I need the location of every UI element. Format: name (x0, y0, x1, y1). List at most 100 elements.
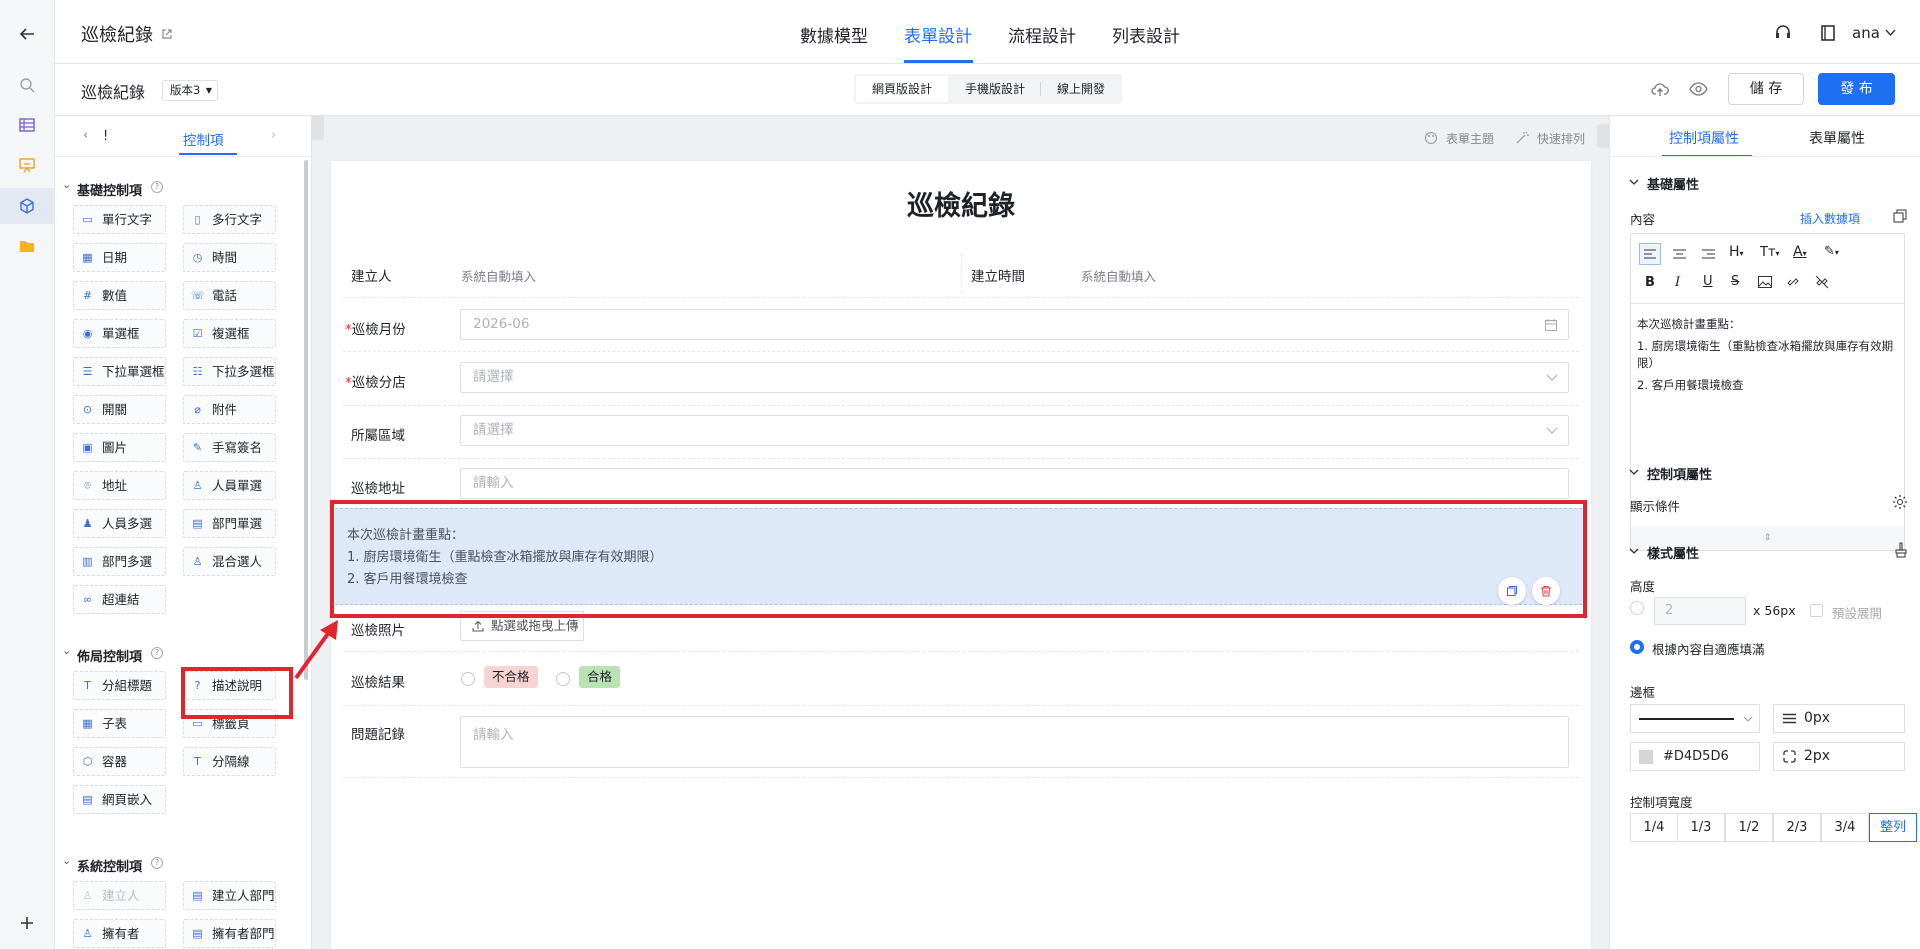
border-radius-input[interactable]: 2px (1773, 742, 1905, 771)
tab-control-props[interactable]: 控制項屬性 (1669, 128, 1739, 148)
version-select[interactable]: 版本3 ▼ (162, 80, 218, 101)
month-date-input[interactable]: 2026-06 (460, 309, 1569, 340)
chevron-down-icon[interactable] (1885, 29, 1896, 37)
fullscreen-icon[interactable] (1893, 209, 1907, 223)
border-width-input[interactable]: 0px (1773, 704, 1905, 733)
book-icon[interactable] (1820, 24, 1836, 42)
image-insert-icon[interactable] (1758, 276, 1772, 288)
list-icon[interactable] (18, 116, 36, 134)
align-left-button[interactable] (1639, 243, 1661, 265)
cloud-upload-icon[interactable] (1651, 80, 1669, 98)
folder-icon[interactable] (18, 237, 36, 255)
align-right-icon[interactable] (1702, 248, 1715, 260)
height-input[interactable]: 2 (1654, 597, 1746, 625)
width-option[interactable]: 1/4 (1630, 813, 1678, 842)
tab-form-design[interactable]: 表單設計 (904, 22, 972, 47)
editor-content[interactable]: 本次巡檢計畫重點： 1. 廚房環境衛生（重點檢查冰箱擺放與庫存有效期限） 2. … (1637, 316, 1899, 394)
tab-data-model[interactable]: 數據模型 (800, 22, 868, 47)
panel-prev-arrow[interactable]: ‹ (83, 128, 88, 143)
save-button[interactable]: 儲 存 (1728, 73, 1804, 105)
quick-arrange-button[interactable]: 快速排列 (1537, 130, 1585, 147)
control-item[interactable]: ▭ 單行文字 (73, 205, 166, 234)
width-option[interactable]: 1/3 (1677, 813, 1725, 842)
control-item[interactable]: ☏ 電話 (183, 281, 276, 310)
underline-icon[interactable]: U (1703, 274, 1713, 289)
control-item[interactable]: ▤ 擁有者部門 (183, 919, 276, 948)
control-item[interactable]: ✎ 手寫簽名 (183, 433, 276, 462)
headset-icon[interactable] (1774, 24, 1792, 42)
search-icon[interactable] (18, 76, 36, 94)
result-pass-radio[interactable] (556, 672, 570, 686)
control-item[interactable]: ♙ 建立人 (73, 881, 166, 910)
strikethrough-icon[interactable]: S (1731, 274, 1739, 289)
help-icon[interactable]: ? (151, 181, 163, 193)
control-item[interactable]: ▤ 網頁嵌入 (73, 785, 166, 814)
chevron-down-icon[interactable] (1629, 548, 1639, 555)
width-option[interactable]: 2/3 (1773, 813, 1821, 842)
control-item[interactable]: # 數值 (73, 281, 166, 310)
tab-flow-design[interactable]: 流程設計 (1008, 22, 1076, 47)
external-link-icon[interactable] (161, 28, 173, 40)
presentation-icon[interactable] (18, 156, 36, 174)
section-title[interactable]: 基礎控制項 (77, 180, 142, 199)
chevron-down-icon[interactable]: ⌄ (62, 854, 71, 867)
control-item[interactable]: ◉ 單選框 (73, 319, 166, 348)
mode-online-dev[interactable]: 線上開發 (1041, 74, 1121, 104)
chevron-down-icon[interactable] (1629, 469, 1639, 476)
back-arrow-icon[interactable] (18, 25, 36, 43)
area-select[interactable]: 請選擇 (460, 415, 1569, 446)
address-input[interactable]: 請輸入 (460, 468, 1569, 499)
height-fixed-radio[interactable] (1630, 601, 1644, 615)
panel-next-arrow[interactable]: › (271, 128, 276, 143)
control-item[interactable]: ♙ 混合選人 (183, 547, 276, 576)
section-title[interactable]: 系統控制項 (77, 856, 142, 875)
control-item[interactable]: ☑ 複選框 (183, 319, 276, 348)
control-item[interactable]: ⌾ 地址 (73, 471, 166, 500)
control-item[interactable]: ⬡ 容器 (73, 747, 166, 776)
section-title[interactable]: 佈局控制項 (77, 646, 142, 665)
insert-data-link[interactable]: 插入數據項 (1800, 210, 1860, 227)
control-item[interactable]: ▤ 建立人部門 (183, 881, 276, 910)
control-item[interactable]: ▯ 多行文字 (183, 205, 276, 234)
store-select[interactable]: 請選擇 (460, 362, 1569, 393)
mode-mobile[interactable]: 手機版設計 (950, 74, 1040, 104)
color-swatch[interactable] (1639, 750, 1653, 764)
auto-fit-radio[interactable] (1630, 640, 1644, 654)
link-icon[interactable] (1786, 275, 1800, 289)
control-item[interactable]: ▣ 圖片 (73, 433, 166, 462)
help-icon[interactable]: ? (151, 647, 163, 659)
control-item[interactable]: ♟ 人員多選 (73, 509, 166, 538)
tab-list-design[interactable]: 列表設計 (1112, 22, 1180, 47)
result-pass-option[interactable]: 合格 (579, 666, 621, 688)
preview-eye-icon[interactable] (1689, 81, 1708, 97)
result-fail-option[interactable]: 不合格 (484, 666, 538, 688)
control-item[interactable]: ∞ 超連結 (73, 585, 166, 614)
unlink-icon[interactable] (1815, 275, 1829, 289)
help-icon[interactable]: ? (151, 857, 163, 869)
panel-scrollbar[interactable] (304, 160, 308, 680)
chevron-down-icon[interactable] (1629, 179, 1639, 186)
control-item[interactable]: ☷ 下拉多選框 (183, 357, 276, 386)
bold-icon[interactable]: B (1645, 275, 1655, 290)
collapse-left-handle[interactable] (312, 116, 324, 140)
result-fail-radio[interactable] (461, 672, 475, 686)
control-item[interactable]: ▦ 日期 (73, 243, 166, 272)
control-item[interactable]: ▤ 部門單選 (183, 509, 276, 538)
chevron-down-icon[interactable]: ⌄ (62, 178, 71, 191)
font-color-icon[interactable]: A▾ (1793, 244, 1807, 260)
width-option[interactable]: 3/4 (1821, 813, 1869, 842)
control-item[interactable]: T 分組標題 (73, 671, 166, 700)
form-theme-button[interactable]: 表單主題 (1446, 130, 1494, 147)
user-name[interactable]: ana (1852, 24, 1880, 42)
heading-icon[interactable]: H▾ (1729, 244, 1744, 260)
border-style-select[interactable] (1630, 704, 1760, 733)
issue-textarea[interactable]: 請輸入 (460, 716, 1569, 768)
tab-form-props[interactable]: 表單屬性 (1809, 128, 1865, 148)
chevron-down-icon[interactable]: ⌄ (62, 644, 71, 657)
brush-icon[interactable] (1894, 542, 1908, 558)
panel-tab-controls[interactable]: 控制項 (183, 129, 224, 149)
width-option[interactable]: 整列 (1869, 813, 1917, 842)
align-center-icon[interactable] (1673, 248, 1686, 260)
default-expand-checkbox[interactable] (1810, 604, 1823, 617)
control-item[interactable]: T 分隔線 (183, 747, 276, 776)
